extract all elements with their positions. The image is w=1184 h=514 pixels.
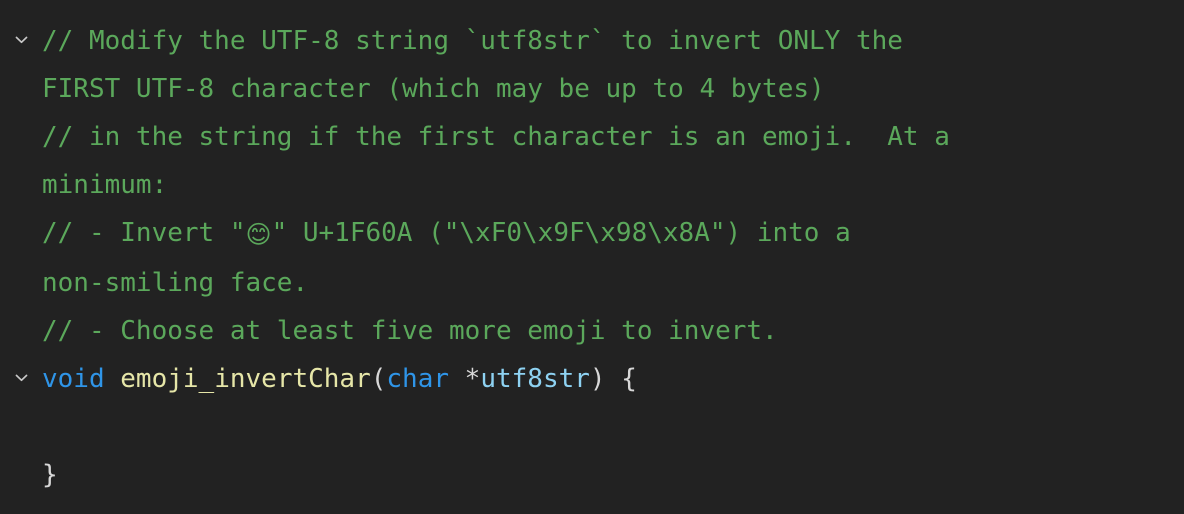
code-lines: // Modify the UTF-8 string `utf8str` to …	[0, 17, 1184, 499]
code-line-text: non-smiling face.	[42, 259, 1184, 307]
code-line[interactable]: }	[0, 451, 1184, 499]
code-editor[interactable]: // Modify the UTF-8 string `utf8str` to …	[0, 0, 1184, 514]
code-line[interactable]: FIRST UTF-8 character (which may be up t…	[0, 65, 1184, 113]
code-line-text: // - Choose at least five more emoji to …	[42, 307, 1184, 355]
code-line[interactable]: // Modify the UTF-8 string `utf8str` to …	[0, 17, 1184, 65]
fold-gutter[interactable]	[0, 355, 42, 403]
token-comment: minimum:	[42, 170, 168, 200]
fold-gutter	[0, 113, 42, 161]
token-plain: }	[42, 460, 58, 490]
code-line[interactable]: // - Choose at least five more emoji to …	[0, 307, 1184, 355]
code-line-text: void emoji_invertChar(char *utf8str) {	[42, 355, 1184, 403]
code-line[interactable]: void emoji_invertChar(char *utf8str) {	[0, 355, 1184, 403]
fold-gutter	[0, 403, 42, 451]
code-line-text: }	[42, 451, 1184, 499]
fold-gutter	[0, 307, 42, 355]
fold-gutter	[0, 161, 42, 209]
code-line[interactable]: // in the string if the first character …	[0, 113, 1184, 161]
chevron-down-icon[interactable]	[13, 31, 30, 48]
fold-gutter	[0, 259, 42, 307]
token-keyword: void	[42, 364, 105, 394]
token-comment: // in the string if the first character …	[42, 122, 950, 152]
token-comment: non-smiling face.	[42, 268, 309, 298]
token-variable: utf8str	[480, 364, 590, 394]
code-line[interactable]: // - Invert "😊" U+1F60A ("\xF0\x9F\x98\x…	[0, 209, 1184, 259]
fold-gutter	[0, 65, 42, 113]
fold-gutter	[0, 451, 42, 499]
code-line-text: // Modify the UTF-8 string `utf8str` to …	[42, 17, 1184, 65]
code-line-text: minimum:	[42, 161, 1184, 209]
token-comment: FIRST UTF-8 character (which may be up t…	[42, 74, 825, 104]
code-line-text: // - Invert "😊" U+1F60A ("\xF0\x9F\x98\x…	[42, 209, 1184, 259]
token-emoji: 😊	[245, 220, 272, 249]
token-function: emoji_invertChar	[120, 364, 371, 394]
fold-gutter[interactable]	[0, 17, 42, 65]
code-line-text: FIRST UTF-8 character (which may be up t…	[42, 65, 1184, 113]
code-line-blank[interactable]	[0, 403, 1184, 451]
code-line[interactable]: non-smiling face.	[0, 259, 1184, 307]
token-comment: // Modify the UTF-8 string `utf8str` to …	[42, 26, 903, 56]
code-line-text: // in the string if the first character …	[42, 113, 1184, 161]
fold-gutter	[0, 209, 42, 257]
token-comment: " U+1F60A ("\xF0\x9F\x98\x8A") into a	[271, 218, 851, 248]
token-plain: ) {	[589, 364, 637, 394]
token-plain: *	[449, 364, 481, 394]
token-plain: (	[370, 364, 387, 394]
token-comment: // - Choose at least five more emoji to …	[42, 316, 778, 346]
token-keyword: char	[386, 364, 450, 394]
code-line[interactable]: minimum:	[0, 161, 1184, 209]
token-comment: // - Invert "	[42, 218, 246, 248]
chevron-down-icon[interactable]	[13, 369, 30, 386]
